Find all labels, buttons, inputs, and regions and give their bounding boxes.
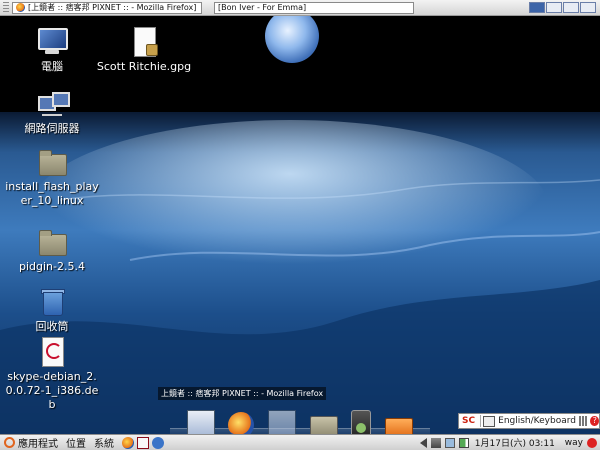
workspace-2[interactable] [546, 2, 562, 13]
desktop-icon-label: skype-debian_2.0.0.72-1_i386.deb [5, 370, 99, 411]
ubuntu-logo-icon [4, 437, 15, 448]
desktop-icon-skype-deb[interactable]: skype-debian_2.0.0.72-1_i386.deb [4, 336, 100, 412]
desktop-icon-trash[interactable]: 回收筒 [4, 286, 100, 334]
mail-launcher-icon[interactable] [137, 436, 149, 449]
folder-icon [36, 146, 68, 178]
clock[interactable]: 1月17日(六) 03:11 [475, 436, 555, 449]
taskbar-button-music[interactable]: [Bon Iver - For Emma] [214, 1, 414, 14]
workspace-4[interactable] [580, 2, 596, 13]
volume-icon[interactable] [419, 437, 427, 448]
taskbar-button-label: [Bon Iver - For Emma] [218, 3, 307, 12]
menu-places[interactable]: 位置 [66, 435, 86, 450]
dock [180, 404, 420, 438]
keyboard-icon[interactable] [482, 415, 496, 427]
taskbar-button-firefox[interactable]: [上鏡者 :: 痞客邦 PIXNET :: - Mozilla Firefox] [12, 1, 202, 14]
desktop-icon-computer[interactable]: 電腦 [4, 26, 100, 74]
display-icon[interactable] [444, 437, 455, 448]
desktop-icon-label: 網路伺服器 [24, 122, 80, 135]
desktop-icon-install-flash-player[interactable]: install_flash_player_10_linux [4, 146, 100, 208]
workspace-3[interactable] [563, 2, 579, 13]
computer-icon [36, 26, 68, 58]
power-icon[interactable] [587, 437, 597, 448]
ime-help-icon[interactable]: ? [590, 416, 599, 426]
network-icon[interactable] [430, 437, 441, 448]
help-launcher-icon[interactable] [152, 436, 164, 449]
desktop-icon-label: pidgin-2.5.4 [19, 260, 85, 273]
firefox-launcher-icon[interactable] [122, 436, 134, 449]
locked-file-icon [128, 26, 160, 58]
menu-applications[interactable]: 應用程式 [18, 435, 58, 450]
system-tray: 1月17日(六) 03:11 way [416, 435, 600, 450]
desktop-icon-label: Scott Ritchie.gpg [96, 60, 192, 73]
workspace-switcher [528, 2, 596, 13]
taskbar-button-label: [上鏡者 :: 痞客邦 PIXNET :: - Mozilla Firefox] [28, 3, 197, 12]
desktop-icon-network-servers[interactable]: 網路伺服器 [4, 88, 100, 136]
user-name[interactable]: way [565, 438, 583, 448]
debian-package-icon [36, 336, 68, 368]
battery-icon[interactable] [458, 437, 469, 448]
top-panel: [上鏡者 :: 痞客邦 PIXNET :: - Mozilla Firefox]… [0, 0, 600, 16]
dock-tooltip: 上鏡者 :: 痞客邦 PIXNET :: - Mozilla Firefox [158, 387, 327, 400]
ime-logo-icon[interactable]: SC [462, 415, 475, 427]
menu-system[interactable]: 系統 [94, 435, 114, 450]
clock-time: 03:11 [528, 439, 555, 449]
desktop-icon-label: 電腦 [41, 60, 63, 73]
folder-icon [36, 226, 68, 258]
network-servers-icon [36, 88, 70, 120]
ime-mode-label[interactable]: English/Keyboard [498, 416, 576, 426]
panel-handle[interactable] [3, 1, 9, 14]
desktop-icon-scott-ritchie-gpg[interactable]: Scott Ritchie.gpg [96, 26, 192, 74]
desktop-icon-pidgin[interactable]: pidgin-2.5.4 [4, 226, 100, 274]
desktop-icon-label: 回收筒 [35, 320, 69, 333]
ime-settings-icon[interactable] [578, 416, 588, 426]
workspace-1[interactable] [529, 2, 545, 13]
bottom-panel: 應用程式 位置 系統 1月17日(六) 03:11 way [0, 434, 600, 450]
clock-date: 1月17日(六) [474, 439, 526, 449]
trash-icon [36, 286, 68, 318]
desktop-icon-label: install_flash_player_10_linux [5, 180, 99, 207]
ime-separator [480, 415, 481, 427]
firefox-icon [16, 3, 25, 12]
input-method-bar: SC English/Keyboard ? [458, 413, 600, 429]
